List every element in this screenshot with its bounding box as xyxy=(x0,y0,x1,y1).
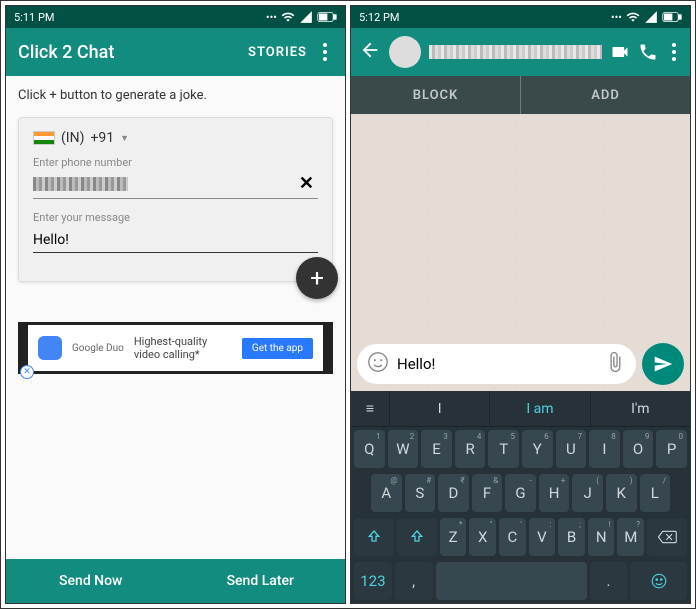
key-shift[interactable] xyxy=(354,518,394,556)
compose-bar xyxy=(351,337,690,391)
key-t[interactable]: 5T xyxy=(488,430,519,468)
block-tab[interactable]: BLOCK xyxy=(351,76,520,114)
phone-label: Enter phone number xyxy=(33,156,318,169)
collapse-suggestions-icon[interactable]: ≡ xyxy=(351,391,389,426)
key-s[interactable]: #S xyxy=(405,474,436,512)
send-now-button[interactable]: Send Now xyxy=(6,559,176,603)
key-w[interactable]: 2W xyxy=(388,430,419,468)
key-h[interactable]: +H xyxy=(539,474,570,512)
chat-app-bar xyxy=(351,28,690,76)
app-title: Click 2 Chat xyxy=(18,42,238,63)
status-bar: 5:12 PM ••• xyxy=(351,6,690,28)
bottom-bar: Send Now Send Later xyxy=(6,559,345,603)
key-o[interactable]: 9O xyxy=(623,430,654,468)
suggestion-2[interactable]: I am xyxy=(489,391,589,426)
emoji-icon[interactable] xyxy=(367,351,389,377)
back-button[interactable] xyxy=(359,39,381,65)
country-selector[interactable]: (IN) +91 ▼ xyxy=(33,130,318,146)
ad-text: Highest-quality video calling* xyxy=(134,335,232,361)
clear-icon[interactable]: ✕ xyxy=(295,173,318,194)
key-a[interactable]: @A xyxy=(371,474,402,512)
key-x[interactable]: "X xyxy=(469,518,496,556)
country-code: (IN) xyxy=(61,130,84,146)
suggestion-1[interactable]: I xyxy=(389,391,489,426)
status-time: 5:12 PM xyxy=(359,11,399,24)
message-label: Enter your message xyxy=(33,211,318,224)
contact-name[interactable] xyxy=(429,45,602,59)
key-f[interactable]: &F xyxy=(472,474,503,512)
dial-code: +91 xyxy=(90,130,114,146)
key-e[interactable]: 3E xyxy=(421,430,452,468)
key-y[interactable]: 6Y xyxy=(522,430,553,468)
suggestion-3[interactable]: I'm xyxy=(590,391,690,426)
message-input[interactable] xyxy=(33,228,318,253)
voice-call-icon[interactable] xyxy=(638,42,658,62)
fab-add-button[interactable]: + xyxy=(296,257,338,299)
key-m[interactable]: ?M xyxy=(617,518,644,556)
send-button[interactable] xyxy=(642,343,684,385)
duo-icon xyxy=(38,336,62,360)
attach-icon[interactable] xyxy=(604,351,626,377)
overflow-menu-icon[interactable] xyxy=(317,43,333,61)
key-comma[interactable]: , xyxy=(395,562,433,600)
ad-brand: Google Duo xyxy=(72,343,124,354)
flag-icon xyxy=(33,131,55,145)
ad-close-icon[interactable]: ✕ xyxy=(20,365,34,379)
key-z[interactable]: *Z xyxy=(440,518,467,556)
right-screenshot: 5:12 PM ••• BLOCK ADD xyxy=(350,5,691,604)
stories-button[interactable]: STORIES xyxy=(248,45,307,60)
key-c[interactable]: 'C xyxy=(499,518,526,556)
key-i[interactable]: 8I xyxy=(589,430,620,468)
key-d[interactable]: ₹D xyxy=(438,474,469,512)
video-call-icon[interactable] xyxy=(610,42,630,62)
key-u[interactable]: 7U xyxy=(556,430,587,468)
overflow-menu-icon[interactable] xyxy=(666,43,682,61)
action-tabs: BLOCK ADD xyxy=(351,76,690,114)
status-icons: ••• xyxy=(611,10,682,24)
key-123[interactable]: 123 xyxy=(354,562,392,600)
phone-input[interactable] xyxy=(33,177,128,191)
key-j[interactable]: (J xyxy=(572,474,603,512)
chat-background xyxy=(351,114,690,391)
status-time: 5:11 PM xyxy=(14,11,54,24)
input-card: (IN) +91 ▼ Enter phone number ✕ Enter yo… xyxy=(18,117,333,282)
key-space[interactable] xyxy=(436,562,587,600)
message-input[interactable] xyxy=(397,355,596,373)
key-r[interactable]: 4R xyxy=(455,430,486,468)
status-bar: 5:11 PM ••• xyxy=(6,6,345,28)
avatar[interactable] xyxy=(389,36,421,68)
key-b[interactable]: ;B xyxy=(558,518,585,556)
key-l[interactable]: /L xyxy=(640,474,671,512)
key-p[interactable]: 0P xyxy=(656,430,687,468)
ad-banner[interactable]: ✕ Google Duo Highest-quality video calli… xyxy=(18,322,333,374)
app-bar: Click 2 Chat STORIES xyxy=(6,28,345,76)
hint-text: Click + button to generate a joke. xyxy=(18,88,333,103)
key-v[interactable]: :V xyxy=(529,518,556,556)
key-n[interactable]: !N xyxy=(588,518,615,556)
keyboard: ≡ I I am I'm 1Q2W3E4R5T6Y7U8I9O0P @A#S₹D… xyxy=(351,391,690,603)
add-tab[interactable]: ADD xyxy=(521,76,690,114)
key-q[interactable]: 1Q xyxy=(354,430,385,468)
left-screenshot: 5:11 PM ••• Click 2 Chat STORIES Click +… xyxy=(5,5,346,604)
key-g[interactable]: -G xyxy=(505,474,536,512)
key-period[interactable]: . xyxy=(590,562,628,600)
key-shift[interactable] xyxy=(397,518,437,556)
key-k[interactable]: )K xyxy=(606,474,637,512)
send-later-button[interactable]: Send Later xyxy=(176,559,346,603)
key-backspace[interactable] xyxy=(647,518,687,556)
key-emoji-enter[interactable] xyxy=(630,562,687,600)
status-icons: ••• xyxy=(266,10,337,24)
ad-cta-button[interactable]: Get the app xyxy=(242,338,313,359)
